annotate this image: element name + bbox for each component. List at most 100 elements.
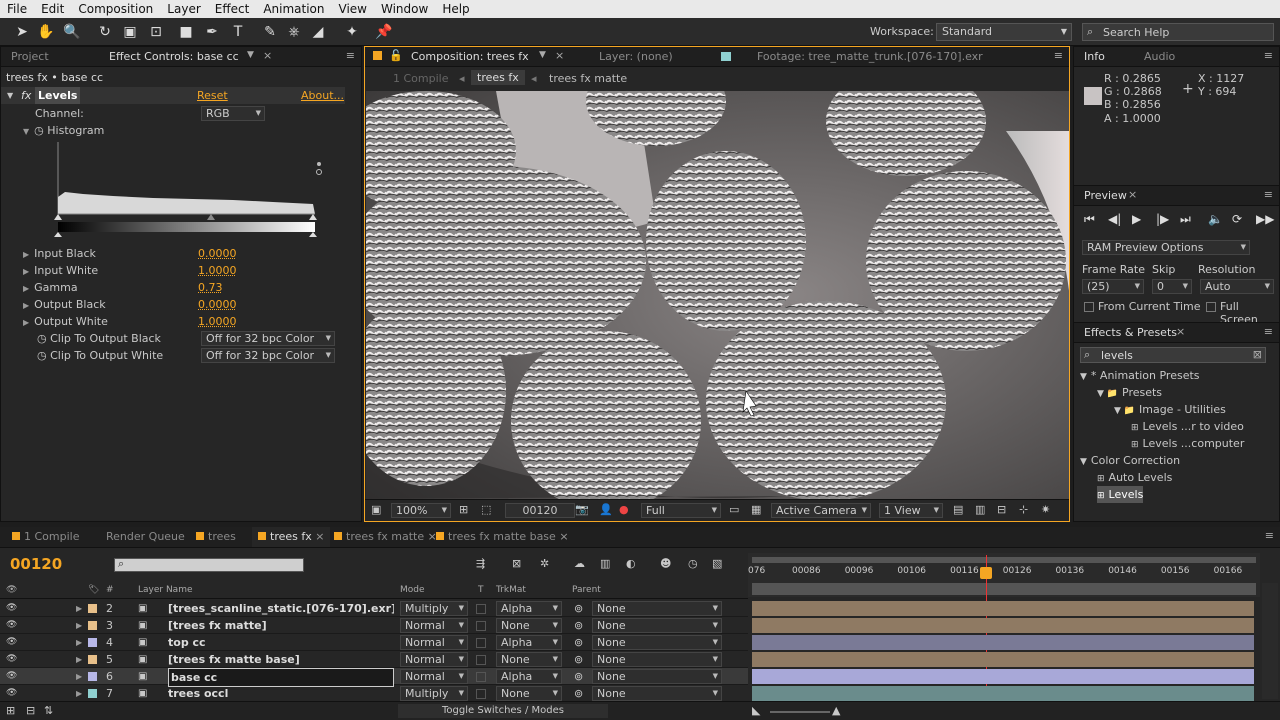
label-icon[interactable]: 🏷 <box>88 585 99 595</box>
expand-icon[interactable]: ▼ <box>23 127 29 136</box>
toggle-switches-modes-button[interactable]: Toggle Switches / Modes <box>398 704 608 718</box>
track-matte-dropdown[interactable]: None <box>496 686 562 701</box>
resolution-dropdown[interactable]: Full <box>641 503 721 518</box>
menu-effect[interactable]: Effect <box>208 2 257 16</box>
preview-resolution-dropdown[interactable]: Auto <box>1200 279 1274 294</box>
frame-rate-dropdown[interactable]: (25) <box>1082 279 1144 294</box>
live-update-icon[interactable]: ⊠ <box>512 557 521 570</box>
prop-row-0[interactable]: ▶ Input Black <box>23 245 96 262</box>
blend-mode-dropdown[interactable]: Normal <box>400 669 468 684</box>
close-tab-icon[interactable]: × <box>559 530 568 543</box>
visibility-eye-icon[interactable]: 👁 <box>6 600 17 617</box>
expand-icon[interactable]: ▶ <box>23 284 29 293</box>
zoom-in-icon[interactable]: ▲ <box>832 704 840 717</box>
layer-row[interactable]: 👁 ▶ 5 ▣ [trees fx matte base] Normal Non… <box>0 651 748 668</box>
fx-tree-item[interactable]: ▼ Color Correction <box>1080 452 1180 469</box>
label-color-icon[interactable] <box>88 655 97 664</box>
brush-tool-icon[interactable]: ✎ <box>260 22 280 42</box>
region-of-interest-icon[interactable]: ⬚ <box>481 503 491 516</box>
menu-view[interactable]: View <box>332 2 374 16</box>
layer-row[interactable]: 👁 ▶ 3 ▣ [trees fx matte] Normal None ⊚ N… <box>0 617 748 634</box>
audio-icon[interactable]: 🔈 <box>1208 212 1223 226</box>
timeline-tab[interactable]: trees <box>190 527 242 547</box>
pan-behind-tool-icon[interactable]: ⊡ <box>146 22 166 42</box>
shy-icon[interactable]: ☁ <box>574 557 585 570</box>
label-color-icon[interactable] <box>88 604 97 613</box>
crumb-compile[interactable]: 1 Compile <box>393 72 448 85</box>
graph-editor-icon[interactable]: ◷ <box>688 557 698 570</box>
layer-duration-bar[interactable] <box>752 686 1254 701</box>
layer-name[interactable]: top cc <box>168 634 394 651</box>
zoom-out-icon[interactable]: ◣ <box>752 704 760 717</box>
puppet-pin-tool-icon[interactable]: 📌 <box>374 22 394 42</box>
expand-icon[interactable]: ▶ <box>76 634 82 651</box>
fx-tree-item[interactable]: ⊞ Levels <box>1097 486 1144 503</box>
work-area-bar[interactable] <box>752 557 1256 563</box>
label-color-icon[interactable] <box>88 621 97 630</box>
snapshot-icon[interactable]: 📷 <box>575 503 589 516</box>
layer-row[interactable]: 👁 ▶ 7 ▣ trees occl Multiply None ⊚ None <box>0 685 748 702</box>
layer-row[interactable]: 👁 ▶ 6 ▣ base cc Normal Alpha ⊚ None <box>0 668 748 687</box>
loop-icon[interactable]: ⟳ <box>1232 212 1242 226</box>
transparency-grid-icon[interactable]: ▦ <box>751 503 761 516</box>
crumb-trees-fx[interactable]: trees fx <box>471 70 525 85</box>
pick-whip-icon[interactable]: ⊚ <box>574 685 583 702</box>
layer-duration-bar[interactable] <box>752 669 1254 684</box>
fx-tree-item[interactable]: ⊞ Levels ...r to video <box>1131 418 1244 435</box>
expand-icon[interactable]: ▶ <box>23 318 29 327</box>
expand-icon[interactable]: ▶ <box>76 685 82 702</box>
prop-row-2[interactable]: ▶ Gamma <box>23 279 78 296</box>
parent-dropdown[interactable]: None <box>592 652 722 667</box>
fx-tree-item[interactable]: ▼ 📁 Image - Utilities <box>1114 401 1226 418</box>
prop-value[interactable]: 1.0000 <box>198 313 237 330</box>
timeline-current-time[interactable]: 00120 <box>10 555 62 573</box>
preserve-transparency-checkbox[interactable] <box>476 655 486 665</box>
crumb-trees-fx-matte[interactable]: trees fx matte <box>549 72 627 85</box>
tab-footage[interactable]: Footage: tree_matte_trunk.[076-170].exr <box>751 47 989 67</box>
selection-tool-icon[interactable]: ➤ <box>12 22 32 42</box>
layer-duration-bar[interactable] <box>752 618 1254 633</box>
menu-animation[interactable]: Animation <box>256 2 331 16</box>
panel-menu-icon[interactable]: ≡ <box>1054 49 1063 62</box>
ram-preview-dropdown[interactable]: RAM Preview Options <box>1082 240 1250 255</box>
track-matte-dropdown[interactable]: None <box>496 652 562 667</box>
draft-3d-icon[interactable]: ✲ <box>540 557 549 570</box>
panel-menu-icon[interactable]: ≡ <box>1265 529 1274 542</box>
workspace-dropdown[interactable]: Standard <box>936 23 1072 41</box>
fx-tree-item[interactable]: ▼ * Animation Presets <box>1080 367 1200 384</box>
rotate-tool-icon[interactable]: ↻ <box>95 22 115 42</box>
tab-dropdown-icon[interactable]: ▼ <box>539 50 546 60</box>
comp-render-image[interactable] <box>366 91 1069 499</box>
blend-mode-dropdown[interactable]: Normal <box>400 635 468 650</box>
preserve-transparency-checkbox[interactable] <box>476 604 486 614</box>
panel-menu-icon[interactable]: ≡ <box>346 49 355 62</box>
expand-icon[interactable]: ▶ <box>76 668 82 685</box>
menu-window[interactable]: Window <box>374 2 435 16</box>
pick-whip-icon[interactable]: ⊚ <box>574 600 583 617</box>
lock-icon[interactable]: 🔓 <box>389 49 403 62</box>
prop-value[interactable]: 0.0000 <box>198 296 237 313</box>
preserve-transparency-checkbox[interactable] <box>476 638 486 648</box>
zoom-tool-icon[interactable]: 🔍 <box>62 22 82 42</box>
channel-icon[interactable]: ● <box>619 503 629 516</box>
about-button[interactable]: About... <box>301 87 344 104</box>
pen-tool-icon[interactable]: ✒ <box>202 22 222 42</box>
parent-dropdown[interactable]: None <box>592 635 722 650</box>
track-matte-dropdown[interactable]: Alpha <box>496 635 562 650</box>
layer-search-input[interactable]: ⌕ <box>114 557 304 572</box>
fast-preview-icon[interactable]: ▭ <box>729 503 739 516</box>
expand-icon[interactable]: ▶ <box>76 651 82 668</box>
render-toggle-icon[interactable]: ▥ <box>975 503 985 516</box>
prop-row-4[interactable]: ▶ Output White <box>23 313 108 330</box>
visibility-eye-icon[interactable]: 👁 <box>6 668 17 685</box>
reset-exposure-icon[interactable]: ✷ <box>1041 503 1050 516</box>
visibility-eye-icon[interactable]: 👁 <box>6 634 17 651</box>
stopwatch-icon[interactable]: ◷ <box>37 349 50 362</box>
menu-layer[interactable]: Layer <box>160 2 207 16</box>
panel-menu-icon[interactable]: ≡ <box>1264 49 1273 62</box>
shape-tool-icon[interactable]: ■ <box>176 22 196 42</box>
pick-whip-icon[interactable]: ⊚ <box>574 668 583 685</box>
eraser-tool-icon[interactable]: ◢ <box>308 22 328 42</box>
prop-row-1[interactable]: ▶ Input White <box>23 262 98 279</box>
channel-dropdown[interactable]: RGB <box>201 106 265 121</box>
